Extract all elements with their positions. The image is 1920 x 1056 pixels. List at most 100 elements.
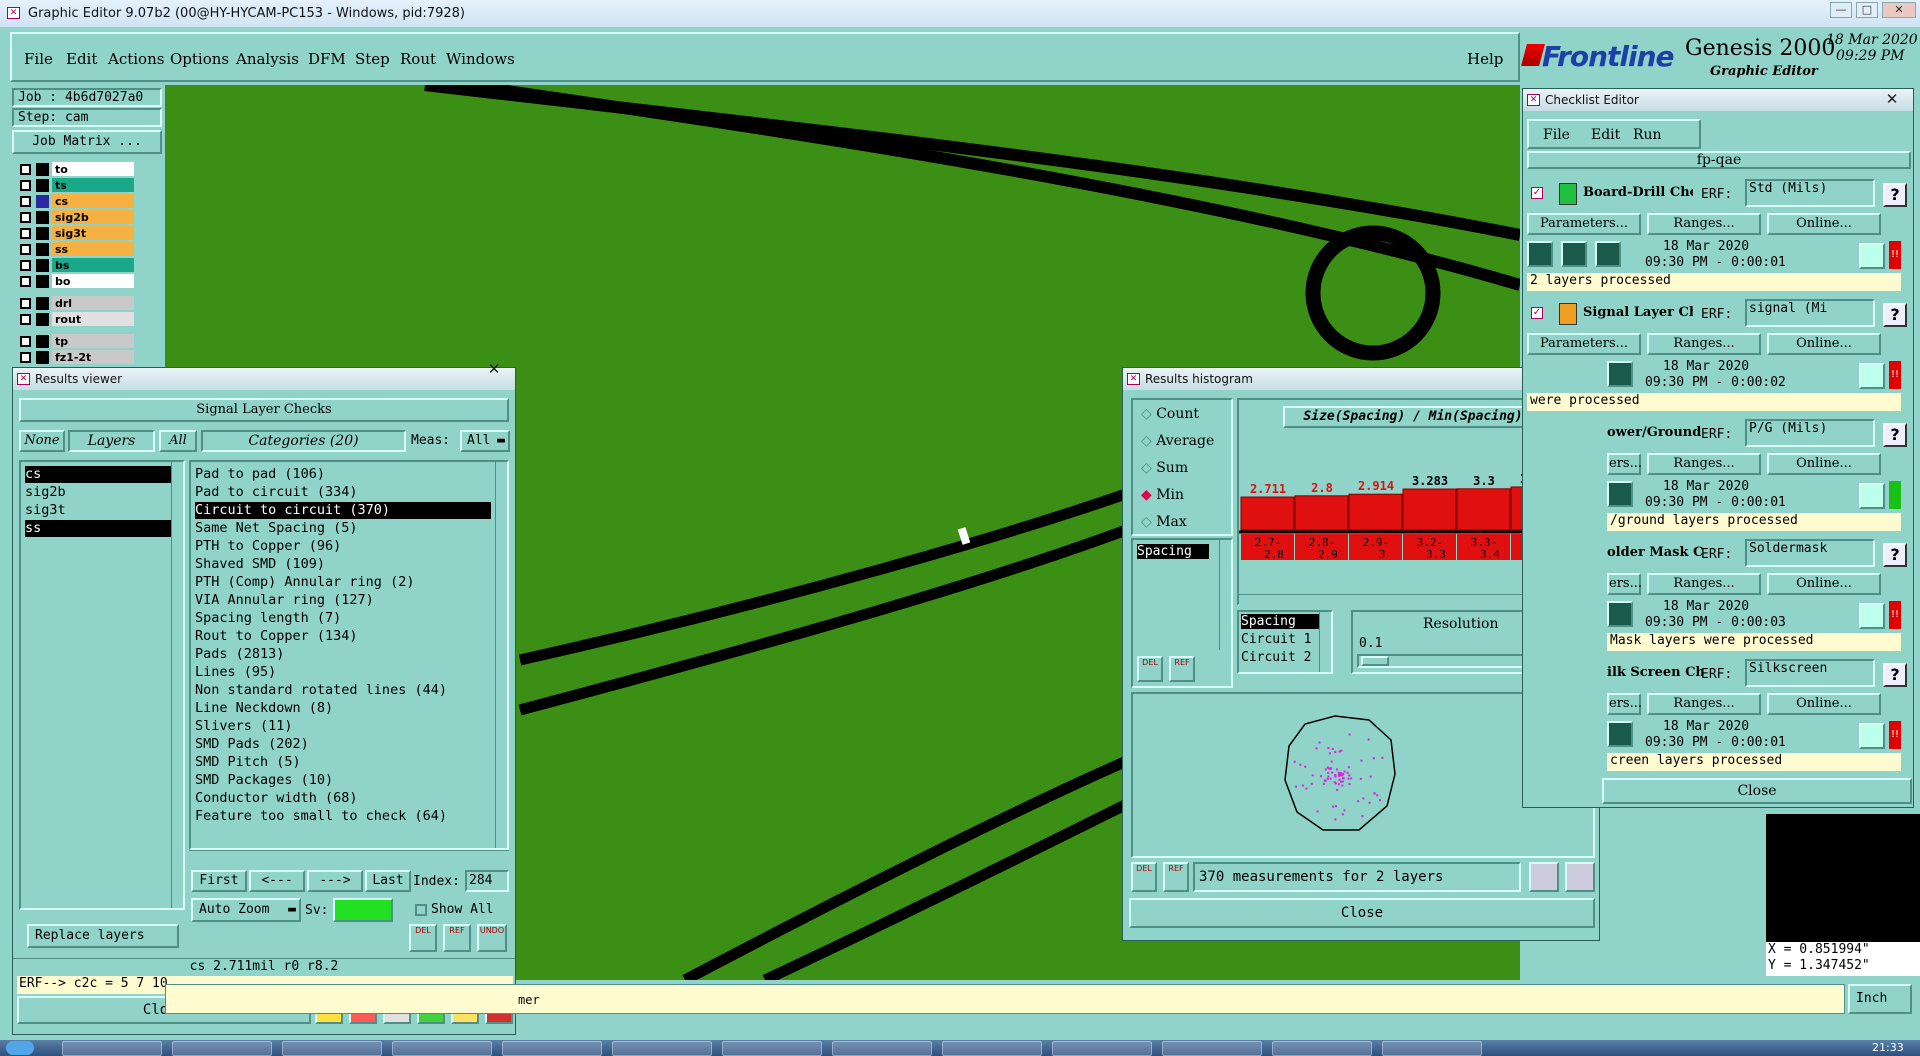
option-min[interactable]: ◆ Min <box>1141 487 1184 503</box>
run-icon[interactable] <box>1607 361 1633 387</box>
start-button-icon[interactable] <box>6 1041 34 1055</box>
close-icon[interactable]: ✕ <box>1873 90 1911 110</box>
histogram-bar[interactable] <box>1240 496 1295 531</box>
index-field[interactable]: 284 <box>465 870 509 892</box>
help-button[interactable]: ? <box>1883 663 1907 687</box>
histogram-bar[interactable] <box>1294 495 1349 531</box>
layer-row-tp[interactable]: tp <box>18 334 138 349</box>
field-circuit-2[interactable]: Circuit 2 <box>1241 650 1311 665</box>
online-button[interactable]: Online... <box>1767 573 1881 595</box>
field-spacing[interactable]: Spacing <box>1241 614 1325 629</box>
ranges-button[interactable]: Ranges... <box>1647 333 1761 355</box>
category-item[interactable]: Pad to circuit (334) <box>195 484 358 501</box>
resolution-slider-thumb[interactable] <box>1361 656 1389 666</box>
layer-checkbox[interactable] <box>20 164 31 175</box>
del-icon[interactable]: DEL <box>1131 862 1157 892</box>
category-item[interactable]: Shaved SMD (109) <box>195 556 325 573</box>
layer-row-sig2b[interactable]: sig2b <box>18 210 138 225</box>
zoom-icon[interactable] <box>1859 363 1885 389</box>
ranges-button[interactable]: Ranges... <box>1647 213 1761 235</box>
category-item[interactable]: SMD Pads (202) <box>195 736 309 753</box>
checklist-menu-run[interactable]: Run <box>1633 127 1662 143</box>
layer-row-bs[interactable]: bs <box>18 258 138 273</box>
taskbar-item[interactable] <box>1382 1041 1482 1056</box>
layer-checkbox[interactable] <box>20 260 31 271</box>
categories-toggle[interactable]: Categories (20) <box>201 430 406 452</box>
last-button[interactable]: Last <box>365 870 411 892</box>
layer-checkbox[interactable] <box>20 228 31 239</box>
layer-checkbox[interactable] <box>20 298 31 309</box>
sv-color-dropdown[interactable] <box>333 898 393 922</box>
menu-step[interactable]: Step <box>355 50 390 68</box>
category-item[interactable]: Conductor width (68) <box>195 790 358 807</box>
ref-icon[interactable]: REF <box>1169 656 1195 682</box>
field-selector-scrollbar[interactable] <box>1319 612 1331 672</box>
menu-dfm[interactable]: DFM <box>308 50 346 68</box>
parameters-button[interactable]: Parameters... <box>1527 213 1641 235</box>
zoom-fit-icon[interactable] <box>1529 862 1559 892</box>
layer-checkbox[interactable] <box>20 336 31 347</box>
category-item[interactable]: SMD Packages (10) <box>195 772 333 789</box>
show-all-checkbox[interactable] <box>415 904 427 916</box>
category-item[interactable]: Rout to Copper (134) <box>195 628 358 645</box>
layer-checkbox[interactable] <box>20 180 31 191</box>
ref-icon[interactable]: REF <box>443 924 471 952</box>
taskbar-item[interactable] <box>832 1041 932 1056</box>
layer-row-rout[interactable]: rout <box>18 312 138 327</box>
help-button[interactable]: ? <box>1883 303 1907 327</box>
menu-options[interactable]: Options <box>170 50 229 68</box>
option-average[interactable]: ◇ Average <box>1141 433 1214 449</box>
first-button[interactable]: First <box>191 870 247 892</box>
layer-checkbox[interactable] <box>20 352 31 363</box>
category-item[interactable]: Pad to pad (106) <box>195 466 325 483</box>
checklist-menu-file[interactable]: File <box>1543 127 1570 143</box>
field-scrollbar[interactable] <box>1219 540 1231 650</box>
layer-checkbox[interactable] <box>20 314 31 325</box>
prev-button[interactable]: <--- <box>249 870 305 892</box>
layer-row-cs[interactable]: cs <box>18 194 138 209</box>
minimize-button[interactable]: — <box>1830 2 1852 18</box>
erf-value[interactable]: Soldermask <box>1745 539 1875 567</box>
erf-value[interactable]: Std (Mils) <box>1745 179 1875 207</box>
online-button[interactable]: Online... <box>1767 333 1881 355</box>
taskbar-item[interactable] <box>722 1041 822 1056</box>
histogram-close-button[interactable]: Close <box>1129 898 1595 928</box>
category-item[interactable]: Line Neckdown (8) <box>195 700 333 717</box>
zoom-icon[interactable] <box>1859 483 1885 509</box>
category-item[interactable]: PTH (Comp) Annular ring (2) <box>195 574 414 591</box>
menu-analysis[interactable]: Analysis <box>236 50 299 68</box>
category-item[interactable]: Spacing length (7) <box>195 610 341 627</box>
ranges-button[interactable]: ers... <box>1607 453 1642 475</box>
taskbar-item[interactable] <box>172 1041 272 1056</box>
taskbar-item[interactable] <box>392 1041 492 1056</box>
auto-zoom-dropdown[interactable]: Auto Zoom ▬ <box>191 898 301 922</box>
meas-dropdown[interactable]: All ▬ <box>460 430 510 452</box>
replace-layers-dropdown[interactable]: Replace layers <box>27 924 179 948</box>
field-circuit-1[interactable]: Circuit 1 <box>1241 632 1311 647</box>
taskbar-item[interactable] <box>1162 1041 1262 1056</box>
zoom-icon[interactable] <box>1859 603 1885 629</box>
layer-list-scrollbar[interactable] <box>171 462 183 908</box>
result-layer-sig2b[interactable]: sig2b <box>25 484 171 501</box>
category-item[interactable]: PTH to Copper (96) <box>195 538 341 555</box>
layer-checkbox[interactable] <box>20 276 31 287</box>
taskbar-item[interactable] <box>942 1041 1042 1056</box>
category-hscrollbar[interactable] <box>189 850 509 862</box>
parameters-button[interactable]: Parameters... <box>1527 333 1641 355</box>
menu-file[interactable]: File <box>24 50 53 68</box>
category-item[interactable]: Feature too small to check (64) <box>195 808 447 825</box>
category-item[interactable]: Pads (2813) <box>195 646 284 663</box>
field-item-spacing[interactable]: Spacing <box>1137 544 1209 559</box>
del-icon[interactable]: DEL <box>409 924 437 952</box>
close-icon[interactable]: ✕ <box>475 360 513 380</box>
erf-value[interactable]: Silkscreen <box>1745 659 1875 687</box>
zoom-icon[interactable] <box>1859 723 1885 749</box>
layer-row-to[interactable]: to <box>18 162 138 177</box>
online-button[interactable]: Online... <box>1767 213 1881 235</box>
taskbar-item[interactable] <box>1272 1041 1372 1056</box>
option-sum[interactable]: ◇ Sum <box>1141 460 1188 476</box>
category-item[interactable]: Slivers (11) <box>195 718 293 735</box>
undo-icon[interactable]: UNDO <box>477 924 507 952</box>
layer-checkbox[interactable] <box>20 212 31 223</box>
category-item[interactable]: SMD Pitch (5) <box>195 754 301 771</box>
